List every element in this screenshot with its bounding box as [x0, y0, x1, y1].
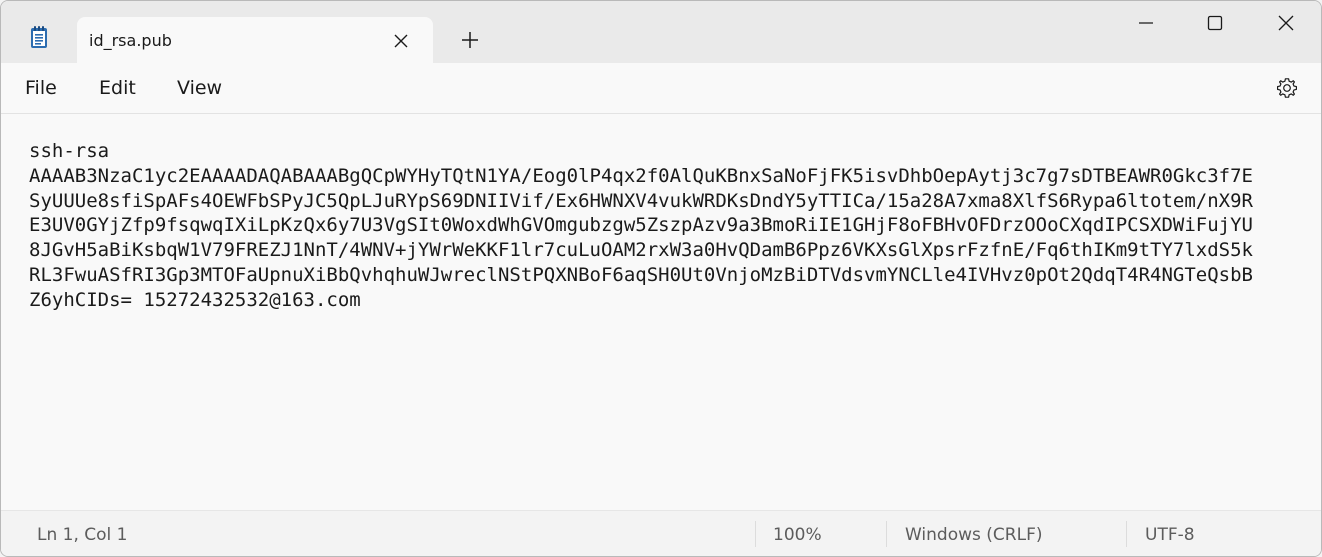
status-bar: Ln 1, Col 1 100% Windows (CRLF) UTF-8 [1, 510, 1321, 556]
tab-id-rsa-pub[interactable]: id_rsa.pub [77, 17, 433, 65]
editor-line: SyUUUe8sfiSpAFs4OEWFbSPyJC5QpLJuRYpS69DN… [29, 189, 1253, 212]
editor-content[interactable]: ssh-rsa AAAAB3NzaC1yc2EAAAADAQABAAABgQCpW… [29, 139, 1319, 313]
editor-line: 8JGvH5aBiKsbqW1V79FREZJ1NnT/4WNV+jYWrWeK… [29, 239, 1253, 262]
menu-edit[interactable]: Edit [99, 77, 136, 99]
menu-view[interactable]: View [177, 77, 222, 99]
editor-line: AAAAB3NzaC1yc2EAAAADAQABAAABgQCpWYHyTQtN… [29, 164, 1253, 187]
notepad-window: id_rsa.pub File Edit View ssh-rsa AAAAB3N… [0, 0, 1322, 557]
status-divider [886, 521, 887, 547]
title-bar[interactable]: id_rsa.pub [1, 1, 1321, 65]
cursor-position[interactable]: Ln 1, Col 1 [37, 525, 128, 545]
zoom-level[interactable]: 100% [773, 525, 822, 545]
close-icon[interactable] [389, 29, 413, 53]
editor-line: Z6yhCIDs= 15272432532@163.com [29, 288, 361, 311]
editor-line: ssh-rsa [29, 140, 110, 162]
tab-title: id_rsa.pub [89, 31, 172, 50]
line-ending[interactable]: Windows (CRLF) [905, 525, 1043, 545]
gear-icon[interactable] [1275, 76, 1299, 100]
menu-file[interactable]: File [25, 77, 57, 99]
notepad-icon [31, 26, 47, 48]
maximize-icon[interactable] [1203, 11, 1227, 35]
text-editor[interactable]: ssh-rsa AAAAB3NzaC1yc2EAAAADAQABAAABgQCpW… [1, 114, 1321, 510]
editor-line: RL3FwuASfRI3Gp3MTOFaUpnuXiBbQvhqhuWJwrec… [29, 263, 1253, 286]
status-divider [755, 521, 756, 547]
status-divider [1126, 521, 1127, 547]
editor-line: E3UV0GYjZfp9fsqwqIXiLpKzQx6y7U3VgSIt0Wox… [29, 214, 1253, 237]
close-icon[interactable] [1274, 11, 1298, 35]
menu-bar: File Edit View [1, 63, 1321, 114]
encoding[interactable]: UTF-8 [1145, 525, 1195, 545]
minimize-icon[interactable] [1134, 11, 1158, 35]
plus-icon[interactable] [459, 29, 481, 51]
